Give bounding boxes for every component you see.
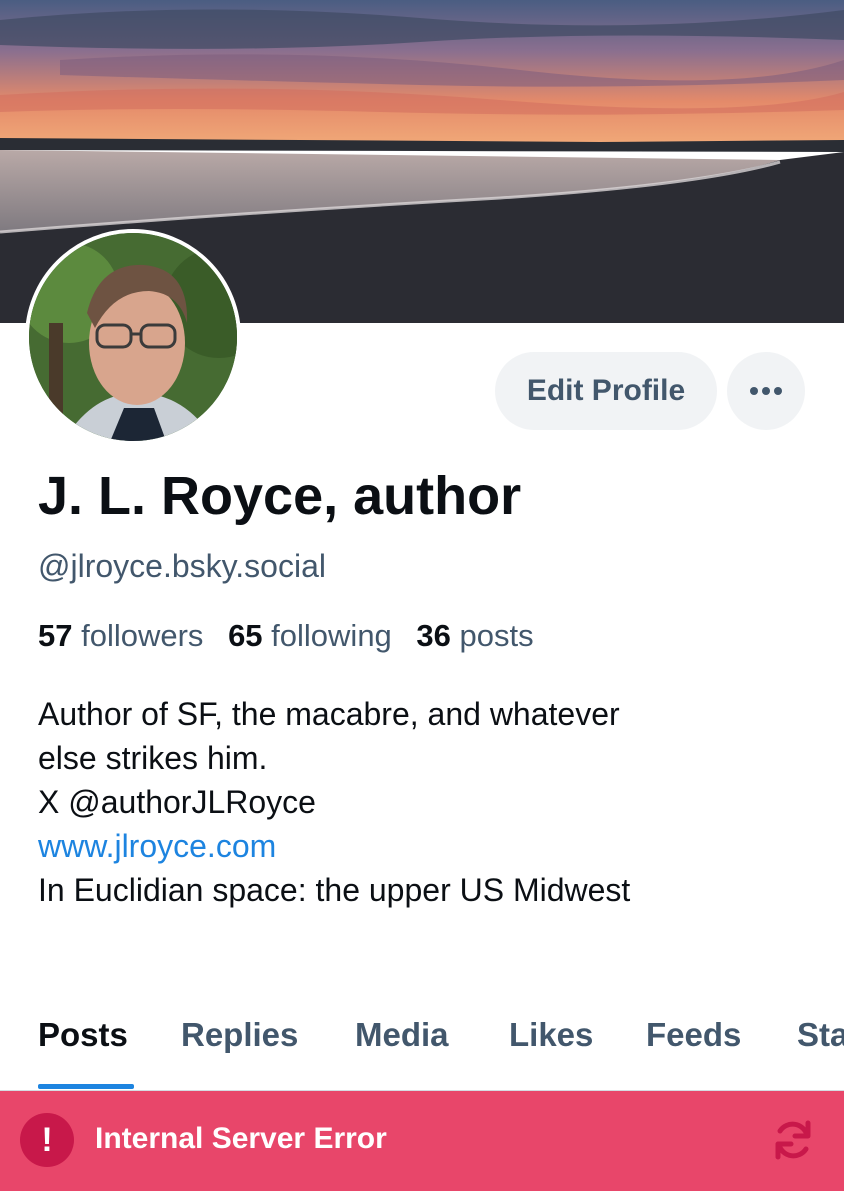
followers-count: 57 [38,618,73,653]
bio-line: else strikes him. [38,740,268,776]
edit-profile-button[interactable]: Edit Profile [495,352,717,430]
profile-stats: 57 followers 65 following 36 posts [38,618,550,654]
refresh-icon[interactable] [770,1117,816,1163]
ellipsis-icon [750,387,782,395]
tab-posts[interactable]: Posts [38,1016,128,1054]
following-link[interactable]: 65 following [228,618,392,653]
posts-label: posts [459,618,534,653]
tab-likes[interactable]: Likes [509,1016,593,1054]
profile-tabs: Posts Replies Media Likes Feeds Sta [0,1000,844,1091]
bio-line: In Euclidian space: the upper US Midwest [38,872,631,908]
active-tab-indicator [38,1084,134,1089]
website-link[interactable]: www.jlroyce.com [38,828,276,864]
followers-label: followers [81,618,204,653]
bio-line: Author of SF, the macabre, and whatever [38,696,620,732]
error-message: Internal Server Error [95,1122,387,1155]
alert-icon: ! [20,1113,74,1167]
tab-replies[interactable]: Replies [181,1016,298,1054]
tab-feeds[interactable]: Feeds [646,1016,741,1054]
tab-starter-packs[interactable]: Sta [797,1016,844,1054]
posts-count-group: 36 posts [416,618,533,653]
error-banner: ! Internal Server Error [0,1091,844,1191]
avatar[interactable] [25,229,241,445]
following-count: 65 [228,618,263,653]
profile-bio: Author of SF, the macabre, and whatever … [38,692,828,912]
display-name: J. L. Royce, author [38,466,522,526]
tab-media[interactable]: Media [355,1016,449,1054]
handle: @jlroyce.bsky.social [38,548,326,584]
following-label: following [271,618,392,653]
bio-line: X @authorJLRoyce [38,784,316,820]
followers-link[interactable]: 57 followers [38,618,203,653]
more-options-button[interactable] [727,352,805,430]
posts-count: 36 [416,618,451,653]
